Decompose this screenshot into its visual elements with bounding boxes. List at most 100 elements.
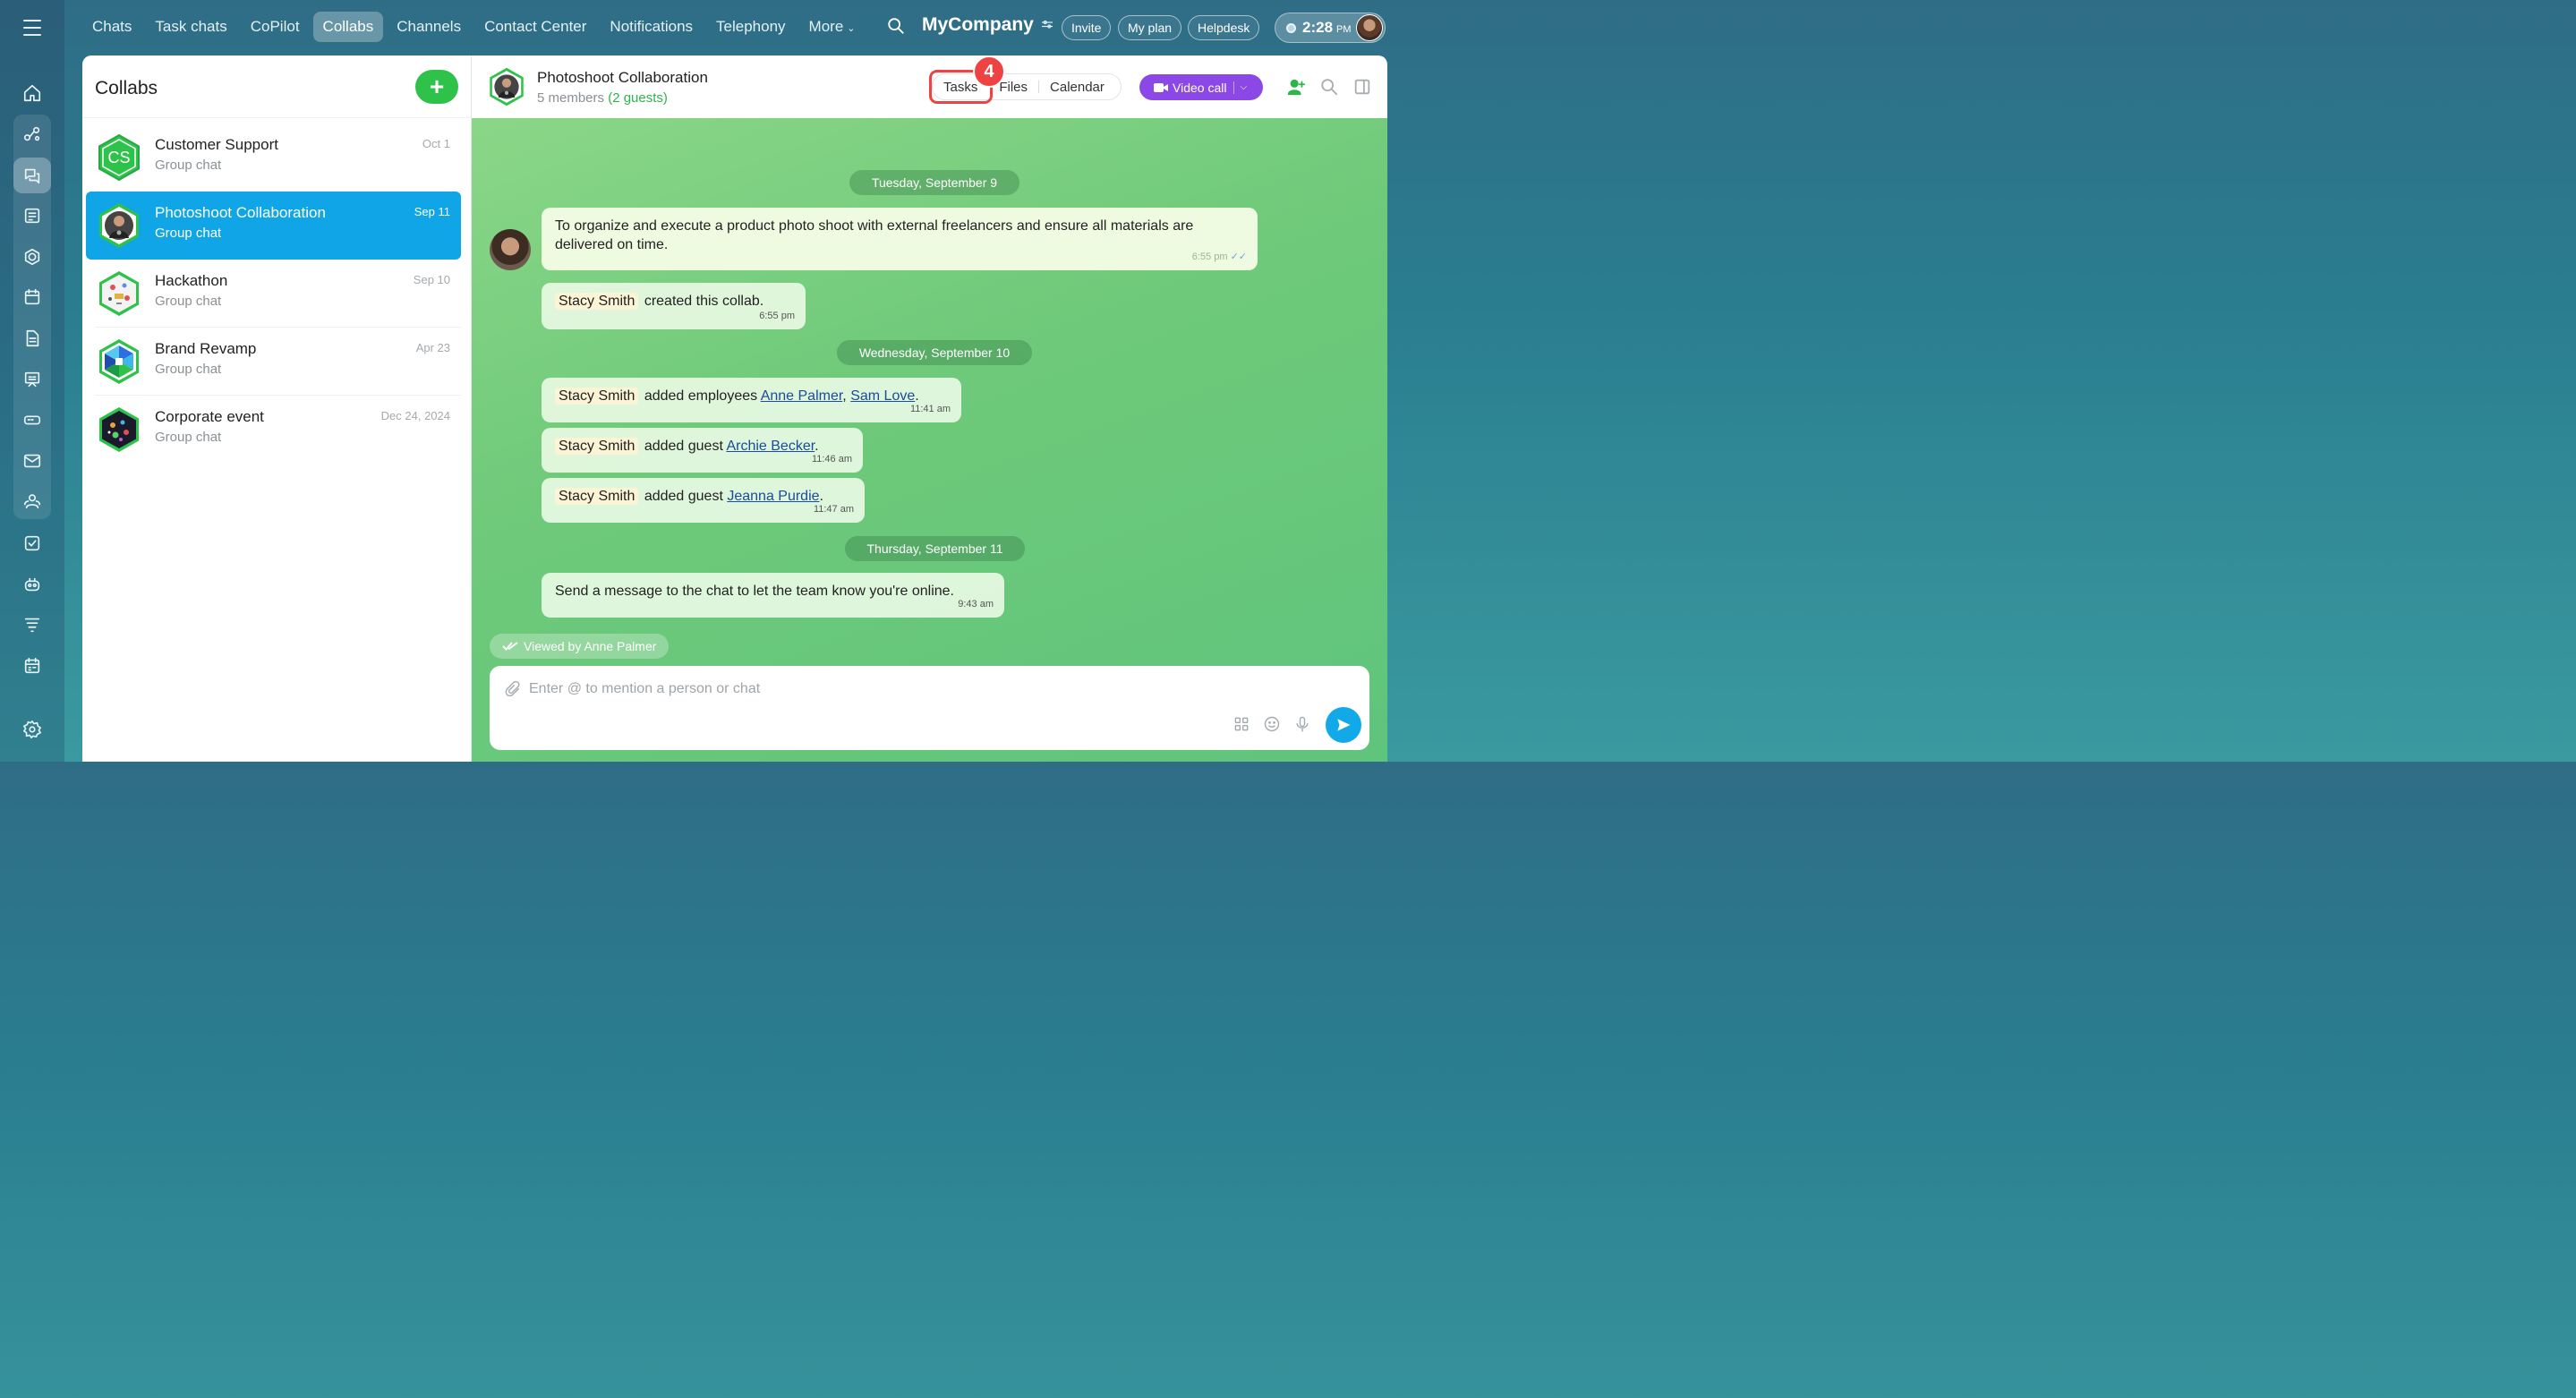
microphone-icon[interactable] <box>1293 715 1313 735</box>
tab-chats[interactable]: Chats <box>82 12 141 42</box>
system-message: Stacy Smith added guest Archie Becker. 1… <box>542 428 863 473</box>
chat-avatar <box>95 405 143 454</box>
chat-type: Group chat <box>155 158 222 173</box>
list-item[interactable]: Brand Revamp Group chat Apr 23 <box>86 328 461 396</box>
list-item[interactable]: Photoshoot Collaboration Group chat Sep … <box>86 192 461 260</box>
message-time: 11:46 am <box>811 454 852 465</box>
my-plan-button[interactable]: My plan <box>1118 15 1182 40</box>
helpdesk-button[interactable]: Helpdesk <box>1188 15 1260 40</box>
chat-name: Brand Revamp <box>155 340 257 357</box>
search-icon[interactable] <box>886 16 909 39</box>
company-name[interactable]: MyCompany <box>922 14 1055 36</box>
chevron-down-icon[interactable]: ⌵ <box>1240 82 1247 92</box>
date-divider: Thursday, September 11 <box>845 536 1025 561</box>
collabs-panel: Collabs + CS Customer Support Group chat… <box>82 55 472 762</box>
settings-icon[interactable] <box>13 712 51 747</box>
add-user-icon[interactable] <box>1286 77 1306 97</box>
sidebar-toggle-icon[interactable] <box>1352 77 1372 97</box>
chat-type: Group chat <box>155 226 222 241</box>
system-message: Stacy Smith created this collab. 6:55 pm <box>542 283 806 329</box>
video-call-label: Video call <box>1173 80 1227 95</box>
tasks-icon[interactable] <box>13 525 51 561</box>
invite-button[interactable]: Invite <box>1062 15 1112 40</box>
tab-copilot[interactable]: CoPilot <box>241 12 310 42</box>
user-name-chip[interactable]: Stacy Smith <box>555 488 639 505</box>
list-item[interactable]: Hackathon Group chat Sep 10 <box>86 260 461 328</box>
chat-header: Photoshoot Collaboration 5 members (2 gu… <box>472 55 1387 118</box>
message-time: 11:41 am <box>909 404 951 414</box>
user-link[interactable]: Jeanna Purdie <box>727 489 819 504</box>
read-check-icon: ✓✓ <box>1230 251 1247 262</box>
chat-type: Group chat <box>155 430 222 445</box>
document-icon[interactable] <box>13 320 51 356</box>
user-name-chip[interactable]: Stacy Smith <box>555 388 639 405</box>
storage-icon[interactable] <box>13 402 51 438</box>
user-name-chip[interactable]: Stacy Smith <box>555 438 639 455</box>
tab-channels[interactable]: Channels <box>387 12 471 42</box>
apps-grid-icon[interactable] <box>1233 715 1252 735</box>
crm-icon[interactable] <box>13 239 51 275</box>
contacts-icon[interactable] <box>13 483 51 519</box>
menu-icon[interactable] <box>16 16 48 39</box>
chat-avatar <box>95 337 143 386</box>
guests-count: (2 guests) <box>608 90 668 106</box>
calendar-tab[interactable]: Calendar <box>1039 74 1115 99</box>
send-icon <box>1337 719 1351 731</box>
clock-widget[interactable]: 2:28 PM <box>1275 13 1386 43</box>
user-link[interactable]: Anne Palmer <box>761 388 843 404</box>
chat-icon[interactable] <box>13 158 51 193</box>
filter-icon[interactable] <box>13 607 51 643</box>
video-call-button[interactable]: Video call ⌵ <box>1139 74 1263 100</box>
schedule-icon[interactable] <box>13 648 51 684</box>
clock-ampm: PM <box>1336 23 1352 35</box>
message-input[interactable] <box>529 678 1156 700</box>
user-name-chip[interactable]: Stacy Smith <box>555 293 639 310</box>
tab-collabs[interactable]: Collabs <box>312 12 384 42</box>
paperclip-icon[interactable] <box>504 680 522 698</box>
message-author-avatar[interactable] <box>490 229 531 270</box>
tab-more[interactable]: More ⌄ <box>799 12 866 42</box>
collab-goal-message[interactable]: To organize and execute a product photo … <box>542 208 1258 270</box>
calendar-icon[interactable] <box>13 279 51 315</box>
mail-icon[interactable] <box>13 443 51 479</box>
search-icon[interactable] <box>1319 77 1339 97</box>
feed-icon[interactable] <box>13 198 51 234</box>
chat-area: Photoshoot Collaboration 5 members (2 gu… <box>472 55 1387 762</box>
copilot-icon[interactable] <box>13 567 51 602</box>
collab-icon[interactable] <box>13 116 51 152</box>
chat-name: Corporate event <box>155 408 264 425</box>
chat-title[interactable]: Photoshoot Collaboration <box>537 69 708 87</box>
tab-telephony[interactable]: Telephony <box>706 12 796 42</box>
viewed-status[interactable]: Viewed by Anne Palmer <box>490 634 670 659</box>
user-link[interactable]: Archie Becker <box>726 439 815 454</box>
top-nav: Chats Task chats CoPilot Collabs Channel… <box>82 11 869 43</box>
members-count: 5 members <box>537 90 605 106</box>
chat-avatar <box>95 269 143 318</box>
message-time: 9:43 am <box>958 599 994 609</box>
chat-type: Group chat <box>155 362 222 377</box>
board-icon[interactable] <box>13 362 51 397</box>
list-item[interactable]: CS Customer Support Group chat Oct 1 <box>86 124 461 192</box>
camera-icon <box>1154 82 1168 92</box>
home-icon[interactable] <box>13 75 51 111</box>
tab-task-chats[interactable]: Task chats <box>145 12 236 42</box>
system-message: Stacy Smith added guest Jeanna Purdie. 1… <box>542 478 865 523</box>
chat-members[interactable]: 5 members (2 guests) <box>537 90 668 106</box>
user-link[interactable]: Sam Love <box>850 388 915 404</box>
list-item[interactable]: Corporate event Group chat Dec 24, 2024 <box>86 396 461 464</box>
double-check-icon <box>502 642 518 651</box>
chat-date: Apr 23 <box>415 341 450 354</box>
chat-initials: CS <box>107 149 130 166</box>
viewed-label: Viewed by Anne Palmer <box>524 639 657 653</box>
add-collab-button[interactable]: + <box>415 70 458 104</box>
send-button[interactable] <box>1326 707 1361 743</box>
settings-sliders-icon <box>1041 20 1053 29</box>
emoji-icon[interactable] <box>1263 715 1283 735</box>
chat-avatar[interactable] <box>486 66 527 107</box>
tab-contact-center[interactable]: Contact Center <box>474 12 596 42</box>
tab-notifications[interactable]: Notifications <box>600 12 703 42</box>
system-message: Send a message to the chat to let the te… <box>542 573 1004 618</box>
user-avatar[interactable] <box>1356 14 1383 41</box>
chat-tabs: Tasks Files Calendar <box>932 73 1122 100</box>
company-label: MyCompany <box>922 14 1034 35</box>
